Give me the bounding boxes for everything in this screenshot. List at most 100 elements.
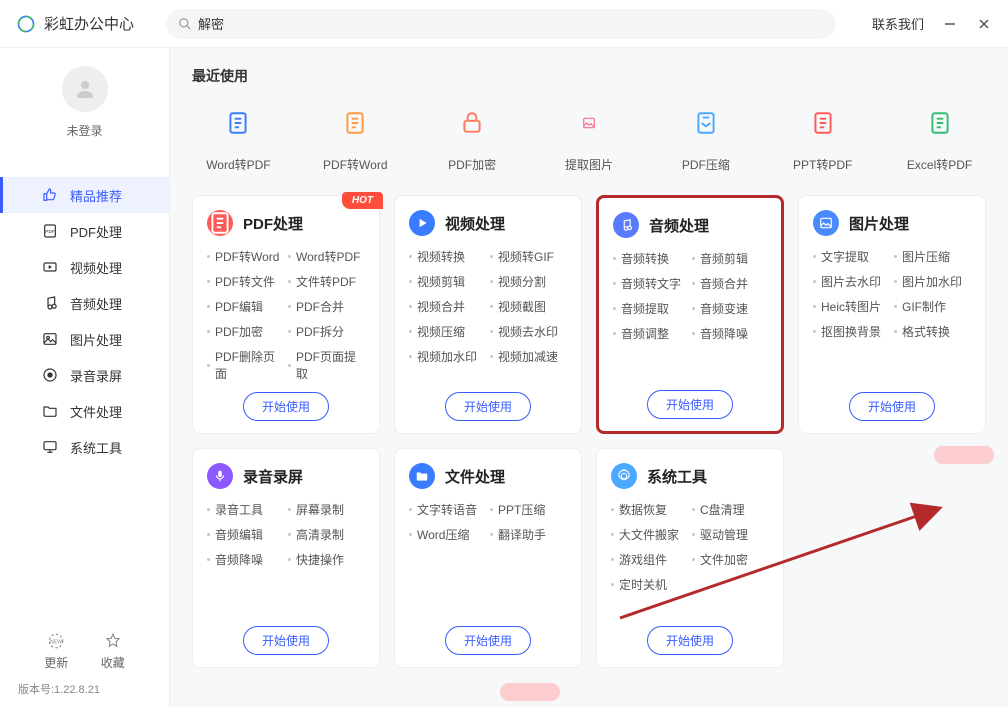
card-header: 视频处理 — [409, 210, 567, 236]
feature-link[interactable]: 翻译助手 — [490, 526, 567, 543]
feature-link[interactable]: 抠图换背景 — [813, 323, 890, 340]
start-button[interactable]: 开始使用 — [243, 626, 329, 655]
recent-item-5[interactable]: PPT转PDF — [776, 100, 869, 173]
recent-item-3[interactable]: 提取图片 — [543, 100, 636, 173]
feature-link[interactable]: 驱动管理 — [692, 526, 769, 543]
recent-item-4[interactable]: PDF压缩 — [659, 100, 752, 173]
feature-link[interactable]: 文字转语音 — [409, 501, 486, 518]
sidebar-item-6[interactable]: 文件处理 — [0, 393, 169, 429]
feature-link[interactable]: Heic转图片 — [813, 298, 890, 315]
card-body: 数据恢复C盘清理大文件搬家驱动管理游戏组件文件加密定时关机 — [611, 501, 769, 593]
feature-link[interactable]: 音频变速 — [692, 300, 767, 317]
recent-icon — [683, 100, 729, 146]
sidebar-item-label: 录音录屏 — [70, 366, 122, 385]
sidebar-item-label: 精品推荐 — [70, 186, 122, 205]
recent-label: Word转PDF — [206, 156, 270, 173]
recent-item-6[interactable]: Excel转PDF — [893, 100, 986, 173]
feature-link[interactable]: 文件加密 — [692, 551, 769, 568]
feature-link[interactable]: 录音工具 — [207, 501, 284, 518]
start-button[interactable]: 开始使用 — [647, 390, 733, 419]
feature-link[interactable]: 文字提取 — [813, 248, 890, 265]
recent-label: PPT转PDF — [793, 156, 852, 173]
feature-link[interactable]: PDF编辑 — [207, 298, 284, 315]
favorite-button[interactable]: 收藏 — [101, 632, 125, 671]
sidebar-item-5[interactable]: 录音录屏 — [0, 357, 169, 393]
feature-link[interactable]: 游戏组件 — [611, 551, 688, 568]
feature-link[interactable]: 音频合并 — [692, 275, 767, 292]
feature-link[interactable]: 视频分割 — [490, 273, 567, 290]
feature-link[interactable]: 屏幕录制 — [288, 501, 365, 518]
card-title: 音频处理 — [649, 215, 709, 236]
feature-link[interactable]: 数据恢复 — [611, 501, 688, 518]
feature-link[interactable]: 音频剪辑 — [692, 250, 767, 267]
start-button[interactable]: 开始使用 — [445, 392, 531, 421]
start-button[interactable]: 开始使用 — [243, 392, 329, 421]
update-button[interactable]: NEW 更新 — [44, 632, 68, 671]
feature-link[interactable]: 音频提取 — [613, 300, 688, 317]
feature-link[interactable]: 图片压缩 — [894, 248, 971, 265]
feature-link[interactable]: 视频加水印 — [409, 348, 486, 365]
user-panel[interactable]: 未登录 — [0, 48, 169, 153]
feature-link[interactable]: PDF转文件 — [207, 273, 284, 290]
feature-link[interactable]: C盘清理 — [692, 501, 769, 518]
card-header: 图片处理 — [813, 210, 971, 236]
feature-link[interactable]: PDF加密 — [207, 323, 284, 340]
feature-link[interactable]: 大文件搬家 — [611, 526, 688, 543]
video-icon — [42, 259, 58, 275]
sidebar-item-4[interactable]: 图片处理 — [0, 321, 169, 357]
feature-link[interactable]: 格式转换 — [894, 323, 971, 340]
sidebar-item-2[interactable]: 视频处理 — [0, 249, 169, 285]
feature-link[interactable]: 音频调整 — [613, 325, 688, 342]
feature-link[interactable]: 视频加减速 — [490, 348, 567, 365]
feature-link[interactable]: 视频剪辑 — [409, 273, 486, 290]
feature-link[interactable]: 视频压缩 — [409, 323, 486, 340]
start-button[interactable]: 开始使用 — [647, 626, 733, 655]
feature-link[interactable]: PDF合并 — [288, 298, 365, 315]
sidebar-menu: 精品推荐 PDFPDF处理视频处理音频处理图片处理录音录屏文件处理系统工具 — [0, 177, 169, 465]
feature-link[interactable]: GIF制作 — [894, 298, 971, 315]
feature-link[interactable]: 视频转换 — [409, 248, 486, 265]
search-input[interactable] — [198, 16, 824, 31]
feature-link[interactable]: Word转PDF — [288, 248, 365, 265]
feature-link[interactable]: 音频降噪 — [207, 551, 284, 568]
sidebar-item-7[interactable]: 系统工具 — [0, 429, 169, 465]
contact-us-link[interactable]: 联系我们 — [872, 14, 924, 33]
feature-link[interactable]: PDF转Word — [207, 248, 284, 265]
card-header: 文件处理 — [409, 463, 567, 489]
feature-link[interactable]: 视频截图 — [490, 298, 567, 315]
feature-link[interactable]: 音频编辑 — [207, 526, 284, 543]
sidebar-item-0[interactable]: 精品推荐 — [0, 177, 169, 213]
feature-link[interactable]: Word压缩 — [409, 526, 486, 543]
feature-link[interactable]: 视频去水印 — [490, 323, 567, 340]
search-box[interactable] — [166, 9, 836, 39]
recent-item-0[interactable]: Word转PDF — [192, 100, 285, 173]
feature-link[interactable]: 视频转GIF — [490, 248, 567, 265]
recent-label: 提取图片 — [565, 156, 613, 173]
feature-link[interactable]: PPT压缩 — [490, 501, 567, 518]
start-button[interactable]: 开始使用 — [849, 392, 935, 421]
app-title: 彩虹办公中心 — [44, 13, 134, 34]
feature-link[interactable]: 图片加水印 — [894, 273, 971, 290]
feature-link[interactable]: PDF删除页面 — [207, 348, 284, 382]
sidebar-item-1[interactable]: PDFPDF处理 — [0, 213, 169, 249]
recent-item-1[interactable]: PDF转Word — [309, 100, 402, 173]
feature-link[interactable]: 视频合并 — [409, 298, 486, 315]
card-icon — [613, 212, 639, 238]
feature-link[interactable]: 定时关机 — [611, 576, 688, 593]
feature-link[interactable]: 音频转换 — [613, 250, 688, 267]
feature-link[interactable]: PDF拆分 — [288, 323, 365, 340]
feature-link[interactable]: 快捷操作 — [288, 551, 365, 568]
card-body: 录音工具屏幕录制音频编辑高清录制音频降噪快捷操作 — [207, 501, 365, 568]
feature-link[interactable]: 音频降噪 — [692, 325, 767, 342]
feature-link[interactable]: 音频转文字 — [613, 275, 688, 292]
feature-link[interactable]: PDF页面提取 — [288, 348, 365, 382]
feature-link[interactable]: 图片去水印 — [813, 273, 890, 290]
close-button[interactable] — [976, 16, 992, 32]
start-button[interactable]: 开始使用 — [445, 626, 531, 655]
feature-link[interactable]: 高清录制 — [288, 526, 365, 543]
minimize-button[interactable] — [942, 16, 958, 32]
feature-link[interactable]: 文件转PDF — [288, 273, 365, 290]
recent-item-2[interactable]: PDF加密 — [426, 100, 519, 173]
sidebar-item-3[interactable]: 音频处理 — [0, 285, 169, 321]
smudge-mark — [500, 683, 560, 701]
